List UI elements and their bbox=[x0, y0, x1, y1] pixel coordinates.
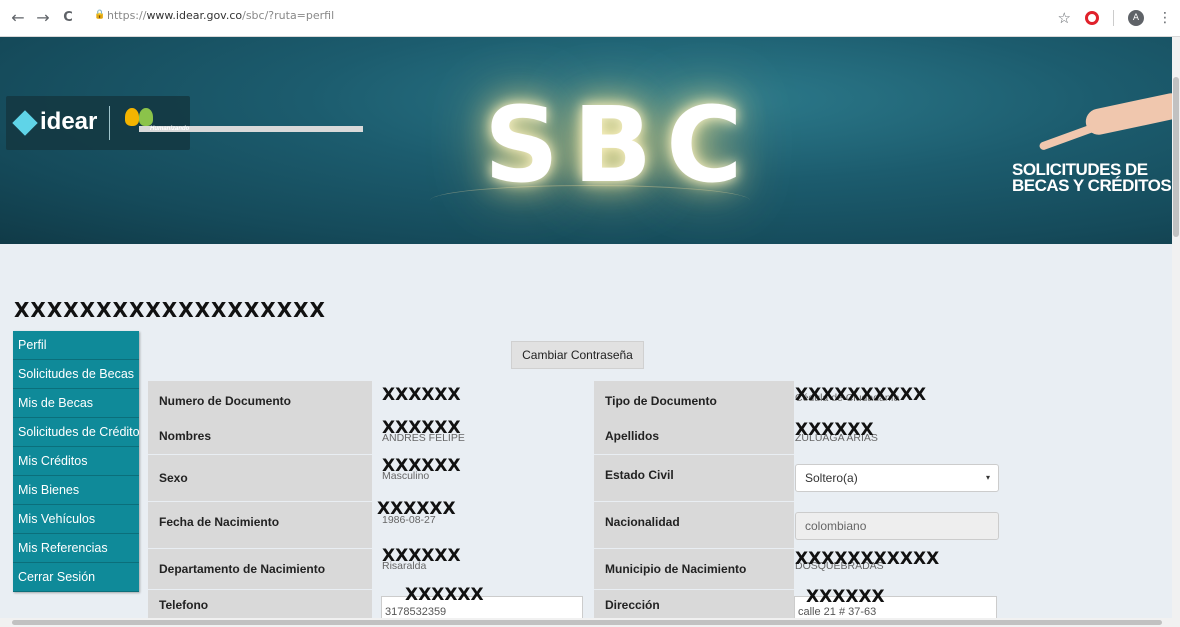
label-tipo-documento: Tipo de Documento bbox=[594, 381, 794, 421]
label-municipio-nacimiento: Municipio de Nacimiento bbox=[594, 549, 794, 589]
url-host: www.idear.gov.co bbox=[146, 9, 243, 22]
sidebar-item-mis-becas[interactable]: Mis de Becas bbox=[13, 389, 139, 418]
humanizando-label: Humanizando bbox=[139, 126, 363, 132]
sidebar-item-mis-vehiculos[interactable]: Mis Vehículos bbox=[13, 505, 139, 534]
vertical-scrollbar[interactable] bbox=[1172, 37, 1180, 618]
forward-icon[interactable]: → bbox=[33, 8, 53, 28]
value-numero-documento: XXXXXX bbox=[382, 385, 461, 405]
opera-icon[interactable] bbox=[1085, 11, 1099, 25]
sidebar-menu: Perfil Solicitudes de Becas Mis de Becas… bbox=[13, 331, 140, 592]
user-name: XXXXXXXXXXXXXXXXXXX bbox=[14, 298, 326, 322]
lock-icon: 🔒 bbox=[94, 10, 106, 20]
sidebar-item-perfil[interactable]: Perfil bbox=[13, 331, 139, 360]
redacted-municipio-nacimiento: XXXXXXXXXXX bbox=[795, 549, 940, 569]
redacted-fecha-nacimiento: XXXXXX bbox=[377, 499, 456, 519]
reload-icon[interactable]: C bbox=[58, 8, 78, 28]
browser-toolbar: ← → C 🔒 https://www.idear.gov.co/sbc/?ru… bbox=[0, 0, 1180, 37]
vertical-scrollbar-thumb[interactable] bbox=[1173, 77, 1179, 237]
pointing-hand-icon bbox=[1030, 87, 1172, 152]
arm-shape bbox=[1083, 90, 1172, 138]
horizontal-scrollbar-thumb[interactable] bbox=[12, 620, 1162, 625]
menu-icon[interactable]: ⋮ bbox=[1158, 10, 1172, 26]
redacted-departamento-nacimiento: XXXXXX bbox=[382, 546, 461, 566]
finger-shape bbox=[1038, 122, 1098, 152]
profile-avatar[interactable]: A bbox=[1128, 10, 1144, 26]
label-nombres: Nombres bbox=[148, 421, 372, 454]
estado-civil-select[interactable]: Soltero(a) ▾ bbox=[795, 464, 999, 492]
figure-icon bbox=[139, 108, 153, 126]
logo-text: idear bbox=[40, 108, 98, 135]
url-scheme: https:// bbox=[107, 9, 147, 22]
sidebar-item-cerrar-sesion[interactable]: Cerrar Sesión bbox=[13, 563, 139, 592]
label-apellidos: Apellidos bbox=[594, 421, 794, 454]
label-direccion: Dirección bbox=[594, 590, 794, 618]
idear-gem-icon bbox=[12, 110, 38, 136]
change-password-button[interactable]: Cambiar Contraseña bbox=[511, 341, 644, 369]
banner-title-line2: BECAS Y CRÉDITOS bbox=[1012, 176, 1172, 195]
chevron-down-icon: ▾ bbox=[985, 473, 990, 482]
label-nacionalidad: Nacionalidad bbox=[594, 502, 794, 548]
address-bar[interactable]: https://www.idear.gov.co/sbc/?ruta=perfi… bbox=[107, 9, 334, 22]
idear-logo[interactable]: idear Humanizando bbox=[6, 96, 363, 150]
sidebar-item-mis-creditos[interactable]: Mis Créditos bbox=[13, 447, 139, 476]
figure-icon bbox=[125, 108, 139, 126]
label-departamento-nacimiento: Departamento de Nacimiento bbox=[148, 549, 372, 589]
url-path: /sbc/?ruta=perfil bbox=[242, 9, 335, 22]
nacionalidad-input[interactable]: colombiano bbox=[795, 512, 999, 540]
redacted-apellidos: XXXXXX bbox=[795, 420, 874, 440]
label-telefono: Telefono bbox=[148, 590, 372, 618]
banner-title: SOLICITUDES DE BECAS Y CRÉDITOS bbox=[1012, 161, 1172, 195]
label-estado-civil: Estado Civil bbox=[594, 455, 794, 501]
back-icon[interactable]: ← bbox=[8, 8, 28, 28]
sidebar-item-mis-bienes[interactable]: Mis Bienes bbox=[13, 476, 139, 505]
sidebar-item-mis-referencias[interactable]: Mis Referencias bbox=[13, 534, 139, 563]
header-banner: idear Humanizando SBC SOLICITUDES DE BEC… bbox=[0, 37, 1172, 244]
estado-civil-value: Soltero(a) bbox=[805, 471, 858, 485]
sidebar-item-solicitudes-credito[interactable]: Solicitudes de Crédito bbox=[13, 418, 140, 447]
toolbar-separator bbox=[1113, 10, 1114, 26]
redacted-direccion: XXXXXX bbox=[806, 587, 885, 607]
redacted-tipo-documento: XXXXXXXXXX bbox=[795, 385, 927, 405]
bookmark-star-icon[interactable]: ☆ bbox=[1058, 9, 1071, 27]
redacted-nombres: XXXXXX bbox=[382, 418, 461, 438]
label-fecha-nacimiento: Fecha de Nacimiento bbox=[148, 502, 372, 548]
label-sexo: Sexo bbox=[148, 455, 372, 501]
humanizando-logo-icon: Humanizando bbox=[121, 106, 363, 140]
logo-divider bbox=[109, 106, 110, 140]
horizontal-scrollbar[interactable] bbox=[0, 618, 1180, 627]
sbc-neon-title: SBC bbox=[484, 84, 757, 206]
sidebar-item-solicitudes-becas[interactable]: Solicitudes de Becas bbox=[13, 360, 139, 389]
label-numero-documento: Numero de Documento bbox=[148, 381, 372, 421]
redacted-sexo: XXXXXX bbox=[382, 456, 461, 476]
redacted-telefono: XXXXXX bbox=[405, 585, 484, 605]
